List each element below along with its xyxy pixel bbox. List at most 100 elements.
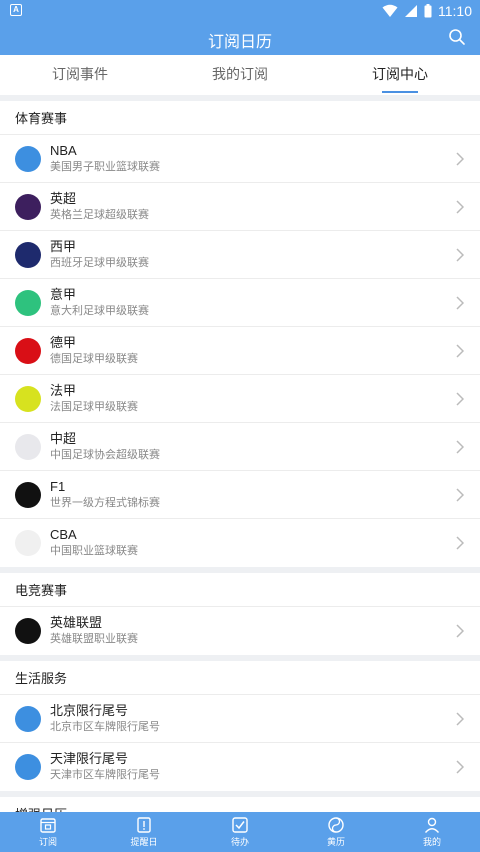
- chevron-right-icon: [456, 760, 464, 774]
- list-item-name: F1: [50, 478, 66, 494]
- f1-logo-icon: [15, 481, 41, 508]
- list-item-description: 西班牙足球甲级联赛: [50, 256, 149, 269]
- list-item-text: 英超英格兰足球超级联赛: [50, 191, 480, 223]
- list-item[interactable]: F1 世界一级方程式锦标赛: [0, 471, 480, 519]
- list-item-description: 意大利足球甲级联赛: [50, 304, 149, 317]
- section-title: 增强日历: [0, 797, 480, 812]
- bundesliga-logo-icon: [15, 337, 41, 364]
- calendar-icon: [40, 818, 56, 833]
- subscription-center-list[interactable]: 体育赛事 NBA 美国男子职业篮球联赛 英超 英格兰足球超级联赛 西甲 西班牙足球甲级联赛意…: [0, 95, 480, 812]
- chevron-right-icon: [456, 392, 464, 406]
- list-item-name: 西甲: [50, 238, 77, 254]
- nav-label: 黄历: [326, 837, 345, 847]
- list-item[interactable]: CBA 中国职业篮球联赛: [0, 519, 480, 567]
- page-title: 订阅日历: [207, 34, 272, 51]
- list-item-description: 美国男子职业篮球联赛: [50, 160, 160, 173]
- todo-check-icon: [232, 817, 248, 833]
- laliga-logo-icon: [15, 241, 41, 268]
- list-item-description: 德国足球甲级联赛: [50, 352, 138, 365]
- list-item[interactable]: 英超英格兰足球超级联赛: [0, 183, 480, 231]
- list-item[interactable]: 北京限行尾号北京市区车牌限行尾号: [0, 695, 480, 743]
- section-title: 电竞赛事: [0, 573, 480, 607]
- list-item-name: 德甲: [50, 334, 77, 350]
- list-item-text: 北京限行尾号北京市区车牌限行尾号: [50, 703, 480, 735]
- nav-subscribe[interactable]: 订阅: [0, 812, 96, 852]
- list-item-description: 北京市区车牌限行尾号: [50, 720, 160, 733]
- list-item[interactable]: 天津限行尾号天津市区车牌限行尾号: [0, 743, 480, 791]
- list-item[interactable]: 中超中国足球协会超级联赛: [0, 423, 480, 471]
- app-bar: 订阅日历: [0, 22, 480, 55]
- signal-icon: [405, 5, 417, 17]
- status-bar: A 11:10: [0, 0, 480, 22]
- list-item-name: NBA: [50, 142, 77, 158]
- tab-subscription-center[interactable]: 订阅中心: [320, 55, 480, 95]
- search-icon[interactable]: [448, 28, 466, 46]
- list-item-text: NBA 美国男子职业篮球联赛: [50, 143, 480, 175]
- premier-league-logo-icon: [15, 193, 41, 220]
- section-title: 生活服务: [0, 661, 480, 695]
- list-item[interactable]: 意甲意大利足球甲级联赛: [0, 279, 480, 327]
- ligue1-logo-icon: [15, 385, 41, 412]
- chevron-right-icon: [456, 200, 464, 214]
- list-item-description: 英格兰足球超级联赛: [50, 208, 149, 221]
- list-item-text: 西甲西班牙足球甲级联赛: [50, 239, 480, 271]
- status-time: 11:10: [438, 3, 472, 19]
- list-item[interactable]: NBA 美国男子职业篮球联赛: [0, 135, 480, 183]
- wifi-icon: [382, 4, 398, 17]
- list-item[interactable]: 西甲西班牙足球甲级联赛: [0, 231, 480, 279]
- chevron-right-icon: [456, 536, 464, 550]
- list-item[interactable]: 法甲法国足球甲级联赛: [0, 375, 480, 423]
- list-item-text: 中超中国足球协会超级联赛: [50, 431, 480, 463]
- list-item-text: 法甲法国足球甲级联赛: [50, 383, 480, 415]
- chevron-right-icon: [456, 296, 464, 310]
- chevron-right-icon: [456, 488, 464, 502]
- nav-label: 待办: [230, 837, 249, 847]
- chevron-right-icon: [456, 152, 464, 166]
- list-item-name: 法甲: [50, 382, 77, 398]
- nav-profile[interactable]: 我的: [384, 812, 480, 852]
- list-item-description: 中国足球协会超级联赛: [50, 448, 160, 461]
- list-item-text: CBA 中国职业篮球联赛: [50, 527, 480, 559]
- active-tab-indicator: [382, 91, 418, 93]
- list-item-name: 中超: [50, 430, 77, 446]
- section: 体育赛事 NBA 美国男子职业篮球联赛 英超 英格兰足球超级联赛 西甲 西班牙足球甲级联赛意…: [0, 101, 480, 567]
- tab-label: 订阅事件: [52, 66, 108, 82]
- nav-reminder[interactable]: 提醒日: [96, 812, 192, 852]
- battery-icon: [424, 4, 432, 18]
- tab-label: 我的订阅: [212, 66, 268, 82]
- list-item[interactable]: 德甲德国足球甲级联赛: [0, 327, 480, 375]
- nba-logo-icon: [15, 145, 41, 172]
- nav-almanac[interactable]: 黄历: [288, 812, 384, 852]
- nav-label: 订阅: [38, 837, 57, 847]
- list-item-name: CBA: [50, 527, 77, 542]
- tab-subscribed-events[interactable]: 订阅事件: [0, 55, 160, 95]
- list-item-name: 北京限行尾号: [50, 702, 129, 718]
- section: 生活服务北京限行尾号北京市区车牌限行尾号 天津限行尾号天津市区车牌限行尾号: [0, 661, 480, 791]
- nav-label: 提醒日: [130, 837, 158, 847]
- list-item-text: 德甲德国足球甲级联赛: [50, 335, 480, 367]
- tab-my-subscriptions[interactable]: 我的订阅: [160, 55, 320, 95]
- nav-todo[interactable]: 待办: [192, 812, 288, 852]
- list-item-description: 中国职业篮球联赛: [50, 545, 138, 557]
- chevron-right-icon: [456, 440, 464, 454]
- beijing-plate-icon: [15, 705, 41, 732]
- list-item-text: 天津限行尾号天津市区车牌限行尾号: [50, 751, 480, 783]
- list-item-description: 天津市区车牌限行尾号: [50, 769, 160, 781]
- list-item-description: 英雄联盟职业联赛: [50, 633, 138, 645]
- csl-logo-icon: [15, 433, 41, 460]
- chevron-right-icon: [456, 344, 464, 358]
- list-item-description: 世界一级方程式锦标赛: [50, 496, 160, 509]
- list-item-description: 法国足球甲级联赛: [50, 400, 138, 413]
- section: 增强日历: [0, 797, 480, 812]
- tab-label: 订阅中心: [372, 66, 428, 82]
- list-item[interactable]: 英雄联盟英雄联盟职业联赛: [0, 607, 480, 655]
- chevron-right-icon: [456, 712, 464, 726]
- profile-icon: [424, 817, 440, 833]
- list-item-name: 天津限行尾号: [50, 751, 129, 766]
- list-item-name: 意甲: [50, 286, 77, 302]
- list-item-name: 英雄联盟: [50, 615, 103, 630]
- list-item-name: 英超: [50, 190, 77, 206]
- chevron-right-icon: [456, 624, 464, 638]
- section: 电竞赛事英雄联盟英雄联盟职业联赛: [0, 573, 480, 655]
- list-item-text: 意甲意大利足球甲级联赛: [50, 287, 480, 319]
